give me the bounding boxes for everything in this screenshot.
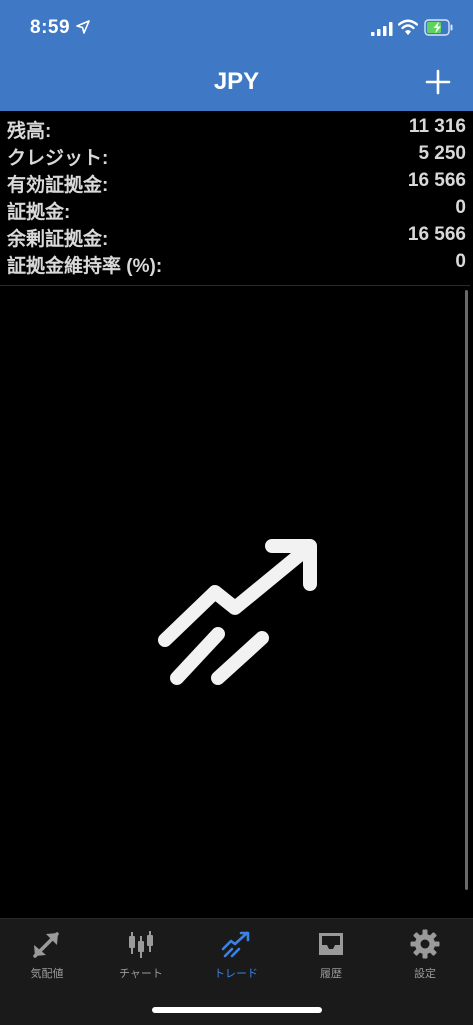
summary-value: 16 566	[407, 170, 466, 191]
divider	[0, 285, 470, 286]
location-arrow-icon	[76, 20, 90, 34]
summary-row-margin: 証拠金: 0	[0, 195, 470, 223]
summary-value: 11 316	[408, 116, 466, 137]
home-indicator	[152, 1007, 322, 1013]
tab-chart[interactable]: チャート	[94, 919, 188, 989]
quotes-arrows-icon	[33, 932, 59, 958]
tab-label: 履歴	[320, 968, 342, 980]
summary-label: 余剰証拠金:	[7, 229, 109, 250]
tab-label: 気配値	[30, 968, 64, 980]
history-tray-icon	[319, 933, 343, 955]
tab-label: トレード	[214, 968, 258, 980]
tab-quotes[interactable]: 気配値	[0, 919, 94, 989]
summary-row-free-margin: 余剰証拠金: 16 566	[0, 222, 470, 250]
summary-label: クレジット:	[7, 148, 109, 169]
app-header: 8:59 JPY	[0, 0, 473, 111]
summary-value: 0	[455, 197, 466, 218]
plus-icon[interactable]	[424, 68, 452, 96]
summary-value: 5 250	[418, 143, 466, 164]
trade-trend-icon	[221, 931, 250, 958]
gear-icon	[410, 929, 440, 959]
summary-label: 証拠金維持率 (%):	[7, 256, 163, 277]
tab-history[interactable]: 履歴	[284, 919, 378, 989]
summary-row-credit: クレジット: 5 250	[0, 141, 470, 169]
wifi-icon	[398, 19, 418, 35]
trend-up-icon	[158, 539, 317, 685]
account-summary: 残高: 11 316 クレジット: 5 250 有効証拠金: 16 566 証拠…	[0, 114, 470, 277]
tab-label: 設定	[414, 968, 436, 980]
summary-label: 証拠金:	[7, 202, 71, 223]
summary-row-balance: 残高: 11 316	[0, 114, 470, 142]
summary-row-margin-level: 証拠金維持率 (%): 0	[0, 249, 470, 277]
summary-value: 0	[455, 251, 466, 272]
summary-row-equity: 有効証拠金: 16 566	[0, 168, 470, 196]
cellular-signal-icon	[371, 22, 393, 36]
summary-value: 16 566	[407, 224, 466, 245]
status-time: 8:59	[30, 17, 71, 38]
tab-settings[interactable]: 設定	[378, 919, 472, 989]
tab-label: チャート	[119, 968, 163, 980]
page-title: JPY	[213, 68, 260, 95]
summary-label: 残高:	[7, 121, 52, 142]
candlestick-icon	[129, 931, 153, 958]
summary-label: 有効証拠金:	[7, 175, 109, 196]
tab-bar: 気配値 チャート トレード 履歴 設定	[0, 918, 473, 1025]
battery-charging-icon	[424, 19, 453, 36]
scrollbar[interactable]	[465, 290, 468, 890]
tab-trade[interactable]: トレード	[189, 919, 283, 989]
